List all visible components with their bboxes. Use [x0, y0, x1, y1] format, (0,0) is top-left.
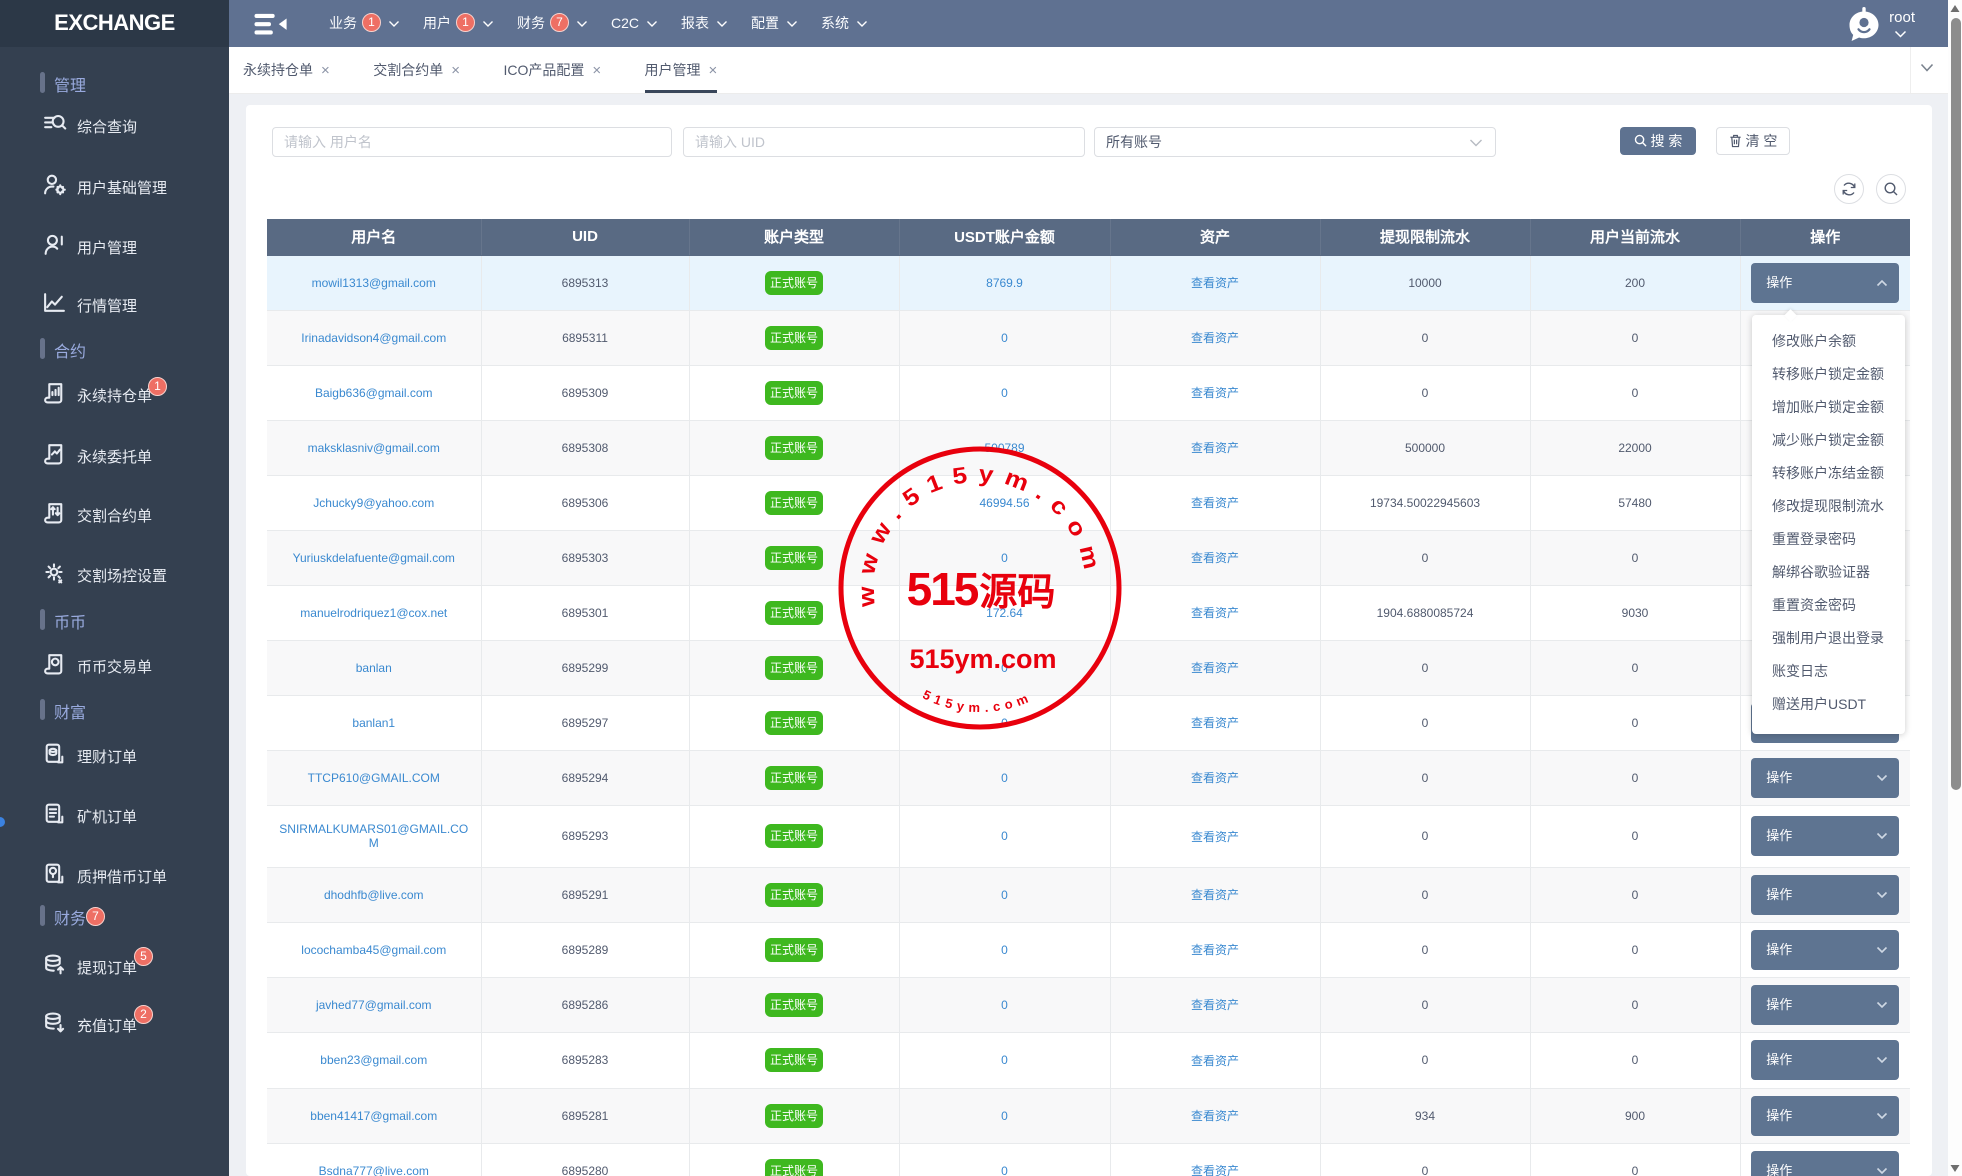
svg-text:515ym.com: 515ym.com	[920, 687, 1034, 715]
svg-text:515源码: 515源码	[907, 563, 1056, 615]
svg-text:515ym.com: 515ym.com	[909, 644, 1056, 674]
